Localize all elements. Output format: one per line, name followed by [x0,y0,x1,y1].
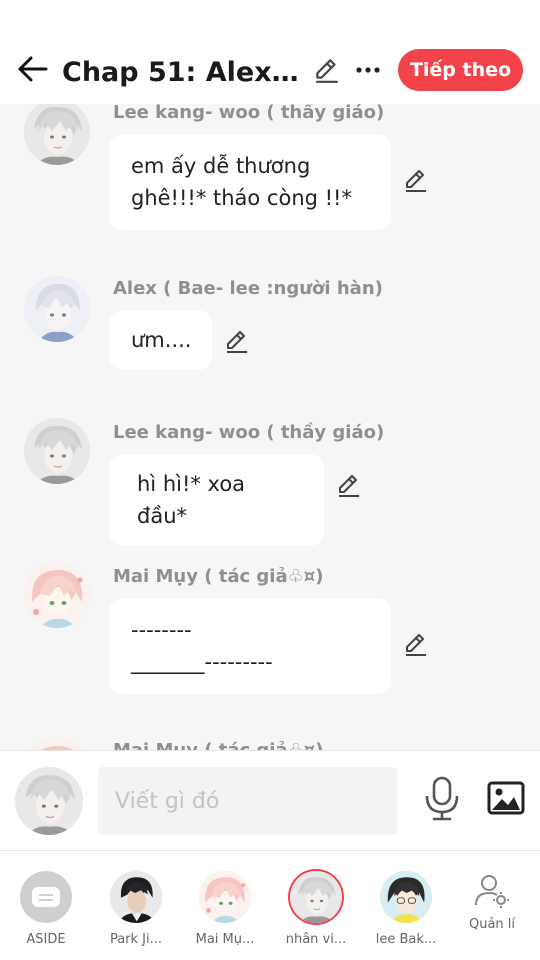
message-input[interactable] [98,767,397,835]
microphone-icon[interactable] [422,776,462,822]
manage-characters-button[interactable]: Quản lí [452,871,532,932]
top-bar: Chap 51: Alex v... Tiếp theo [0,0,540,104]
image-icon[interactable] [487,780,525,816]
edit-message-icon[interactable] [224,328,250,354]
character-nhan-vien[interactable]: nhân vi... [276,871,356,947]
lee-kang-woo-avatar[interactable] [24,418,90,484]
character-bar: ASIDE Park Ji... Mai Mụ... nhân vi... le… [0,850,540,960]
message-bubble[interactable]: ưm.... [109,310,212,370]
character-lee-bak[interactable]: lee Bak... [366,871,446,947]
manage-user-icon [472,871,512,911]
sender-name: Lee kang- woo ( thầy giáo) [113,104,385,123]
message-bubble[interactable]: em ấy dễ thương ghê!!!* tháo còng !!* [109,134,391,230]
message-line: em ấy dễ thương [131,154,311,178]
nhan-vien-avatar [290,871,342,923]
character-name: lee Bak... [375,932,437,947]
message-line: ưm.... [131,328,192,352]
lee-kang-woo-avatar[interactable] [24,104,90,165]
alex-avatar[interactable] [24,276,90,342]
message-line: -------- [131,618,192,642]
sender-name: Mai Mụy ( tác giả♧¤) [113,740,323,750]
sender-name: Lee kang- woo ( thầy giáo) [113,422,385,443]
character-name: nhân vi... [285,932,347,947]
character-name: Quản lí [468,917,516,932]
park-ji-avatar [110,871,162,923]
character-mai-muy[interactable]: Mai Mụ... [185,871,265,947]
chapter-title: Chap 51: Alex v... [62,57,302,88]
message-bubble[interactable]: -------- _______--------- [109,598,391,694]
edit-message-icon[interactable] [403,631,429,657]
current-character-avatar[interactable] [15,767,83,835]
message-bubble[interactable]: hì hì!* xoa đầu* [109,454,324,546]
edit-title-icon[interactable] [313,56,341,84]
edit-message-icon[interactable] [403,167,429,193]
mai-muy-avatar[interactable] [24,738,90,750]
message-line: _______--------- [131,650,273,674]
next-chapter-button[interactable]: Tiếp theo [398,49,523,91]
character-name: Mai Mụ... [195,932,255,947]
more-options-icon[interactable] [354,56,382,84]
character-name: ASIDE [26,932,66,947]
mai-muy-avatar[interactable] [24,562,90,628]
message-line: ghê!!!* tháo còng !!* [131,186,352,210]
lee-bak-avatar [380,871,432,923]
message-line: hì hì!* xoa đầu* [137,472,246,528]
edit-message-icon[interactable] [336,472,362,498]
sender-name: Mai Mụy ( tác giả♧¤) [113,566,324,587]
sender-name: Alex ( Bae- lee :người hàn) [113,278,383,299]
character-aside[interactable]: ASIDE [6,871,86,947]
mai-muy-avatar [199,871,251,923]
back-arrow-icon[interactable] [16,52,50,86]
aside-chat-icon [20,871,72,923]
character-park-ji[interactable]: Park Ji... [96,871,176,947]
character-name: Park Ji... [109,932,163,947]
chat-area[interactable]: Lee kang- woo ( thầy giáo) em ấy dễ thươ… [0,104,540,750]
